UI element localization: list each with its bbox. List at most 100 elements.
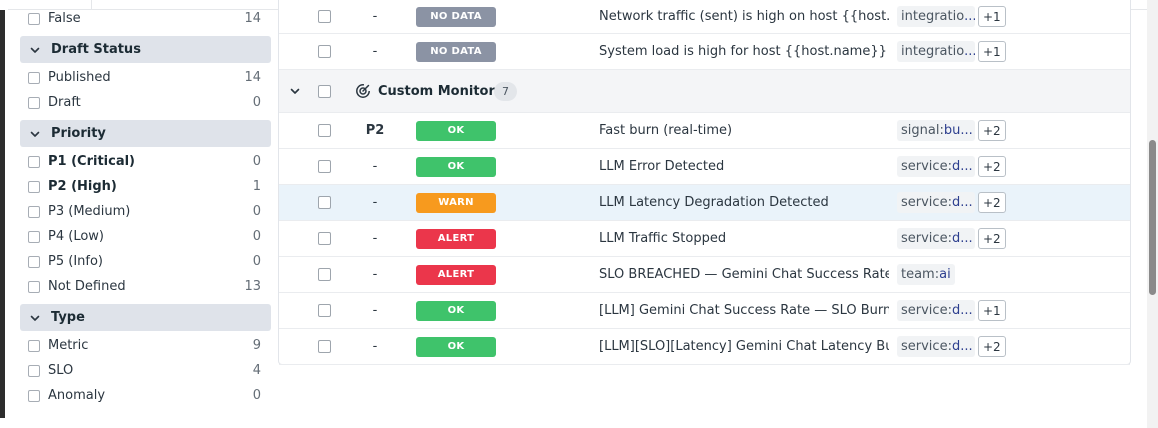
monitor-group-icon — [356, 84, 370, 98]
facet-checkbox[interactable] — [28, 364, 40, 377]
facet-row[interactable]: SLO 4 — [20, 358, 271, 383]
monitor-name[interactable]: LLM Traffic Stopped — [599, 231, 889, 246]
tag-chip[interactable]: service: d... — [897, 300, 975, 321]
tag-chip[interactable]: team: ai — [897, 264, 955, 285]
chevron-down-icon — [29, 128, 41, 140]
tag-chip[interactable]: service: d... — [897, 156, 975, 177]
chevron-down-icon[interactable] — [288, 84, 302, 98]
priority-cell: - — [372, 44, 378, 59]
tag-value: ai — [939, 267, 951, 282]
tag-value: d... — [951, 303, 973, 318]
more-tags-button[interactable]: +1 — [978, 300, 1006, 321]
monitor-table: - NO DATA Network traffic (sent) is high o… — [278, 0, 1131, 365]
priority-cell: - — [372, 267, 378, 282]
facet-row[interactable]: P3 (Medium) 0 — [20, 199, 271, 224]
monitor-name[interactable]: SLO BREACHED — Gemini Chat Success Rate — [599, 267, 889, 282]
facet-row[interactable]: Draft 0 — [20, 90, 271, 115]
group-checkbox[interactable] — [318, 84, 331, 98]
facet-row[interactable]: P1 (Critical) 0 — [20, 149, 271, 174]
facet-checkbox[interactable] — [28, 389, 40, 402]
facet-count: 13 — [244, 279, 261, 294]
facet-row[interactable]: Not Defined 13 — [20, 274, 271, 299]
monitor-name[interactable]: Network traffic (sent) is high on host {… — [599, 9, 889, 24]
more-tags-button[interactable]: +2 — [978, 228, 1006, 249]
monitor-name[interactable]: [LLM][SLO][Latency] Gemini Chat Latency … — [599, 339, 889, 354]
facet-header-draft-status[interactable]: Draft Status — [20, 36, 271, 63]
facet-count: 1 — [252, 179, 261, 194]
facet-checkbox[interactable] — [28, 12, 40, 25]
facet-checkbox[interactable] — [28, 339, 40, 352]
tag-chip[interactable]: service: d... — [897, 228, 975, 249]
table-row[interactable]: - ALERT LLM Traffic Stopped service: d... +2 — [279, 221, 1130, 257]
facet-row[interactable]: Anomaly 0 — [20, 383, 271, 408]
table-row[interactable]: P2 OK Fast burn (real-time) signal: bu... +2 — [279, 113, 1130, 149]
facet-row[interactable]: Metric 9 — [20, 333, 271, 358]
row-checkbox[interactable] — [318, 160, 331, 173]
facet-count: 0 — [252, 388, 261, 403]
status-badge: OK — [416, 156, 496, 177]
table-row[interactable]: - NO DATA System load is high for host {{h… — [279, 34, 1130, 70]
facet-label: P5 (Info) — [48, 254, 103, 269]
scrollbar-thumb[interactable] — [1149, 140, 1156, 295]
facet-row[interactable]: P5 (Info) 0 — [20, 249, 271, 274]
row-checkbox[interactable] — [318, 304, 331, 317]
facet-checkbox[interactable] — [28, 205, 40, 218]
vertical-scrollbar[interactable] — [1147, 0, 1158, 428]
table-row[interactable]: - WARN LLM Latency Degradation Detected ser… — [279, 185, 1130, 221]
status-badge: WARN — [416, 192, 496, 213]
more-tags-button[interactable]: +1 — [978, 41, 1006, 62]
tag-key: service: — [901, 231, 952, 246]
more-tags-button[interactable]: +1 — [978, 6, 1006, 27]
facet-checkbox[interactable] — [28, 96, 40, 109]
facet-row[interactable]: P2 (High) 1 — [20, 174, 271, 199]
facet-checkbox[interactable] — [28, 280, 40, 293]
tag-key: integratio — [901, 44, 965, 59]
monitor-name[interactable]: Fast burn (real-time) — [599, 123, 889, 138]
group-row-custom-monitors[interactable]: Custom Monitors 7 — [279, 70, 1130, 113]
facet-label: Metric — [48, 338, 89, 353]
facet-row[interactable]: P4 (Low) 0 — [20, 224, 271, 249]
facet-count: 0 — [252, 229, 261, 244]
tag-chip[interactable]: service: d... — [897, 336, 975, 357]
more-tags-button[interactable]: +2 — [978, 336, 1006, 357]
table-row[interactable]: - ALERT SLO BREACHED — Gemini Chat Success… — [279, 257, 1130, 293]
monitor-name[interactable]: [LLM] Gemini Chat Success Rate — SLO Bur… — [599, 303, 889, 318]
status-badge: ALERT — [416, 228, 496, 249]
row-checkbox[interactable] — [318, 340, 331, 353]
facet-title: Draft Status — [51, 42, 141, 57]
facet-checkbox[interactable] — [28, 180, 40, 193]
table-row[interactable]: - OK [LLM] Gemini Chat Success Rate — SLO … — [279, 293, 1130, 329]
monitor-name[interactable]: LLM Error Detected — [599, 159, 889, 174]
more-tags-button[interactable]: +2 — [978, 120, 1006, 141]
row-checkbox[interactable] — [318, 232, 331, 245]
facet-checkbox[interactable] — [28, 155, 40, 168]
tag-chip[interactable]: signal: bu... — [897, 120, 975, 141]
tag-chip[interactable]: service: d... — [897, 192, 975, 213]
facet-checkbox[interactable] — [28, 71, 40, 84]
facet-checkbox[interactable] — [28, 230, 40, 243]
status-badge: ALERT — [416, 264, 496, 285]
left-edge-bar — [0, 10, 5, 418]
facet-row-false[interactable]: False 14 — [20, 6, 271, 31]
table-row[interactable]: - OK LLM Error Detected service: d... +2 — [279, 149, 1130, 185]
facet-row[interactable]: Published 14 — [20, 65, 271, 90]
chevron-down-icon — [29, 44, 41, 56]
facet-header-type[interactable]: Type — [20, 304, 271, 331]
facet-checkbox[interactable] — [28, 255, 40, 268]
row-checkbox[interactable] — [318, 268, 331, 281]
table-row[interactable]: - NO DATA Network traffic (sent) is high o… — [279, 0, 1130, 34]
more-tags-button[interactable]: +2 — [978, 192, 1006, 213]
table-row[interactable]: - OK [LLM][SLO][Latency] Gemini Chat Laten… — [279, 329, 1130, 365]
monitor-name[interactable]: LLM Latency Degradation Detected — [599, 195, 889, 210]
row-checkbox[interactable] — [318, 124, 331, 137]
tag-chip[interactable]: integratio... — [897, 41, 975, 62]
facet-header-priority[interactable]: Priority — [20, 120, 271, 147]
row-checkbox[interactable] — [318, 45, 331, 58]
row-checkbox[interactable] — [318, 196, 331, 209]
priority-cell: - — [372, 339, 378, 354]
tag-chip[interactable]: integratio... — [897, 6, 975, 27]
monitor-name[interactable]: System load is high for host {{host.name… — [599, 44, 889, 59]
facet-label: Published — [48, 70, 111, 85]
row-checkbox[interactable] — [318, 10, 331, 23]
more-tags-button[interactable]: +2 — [978, 156, 1006, 177]
